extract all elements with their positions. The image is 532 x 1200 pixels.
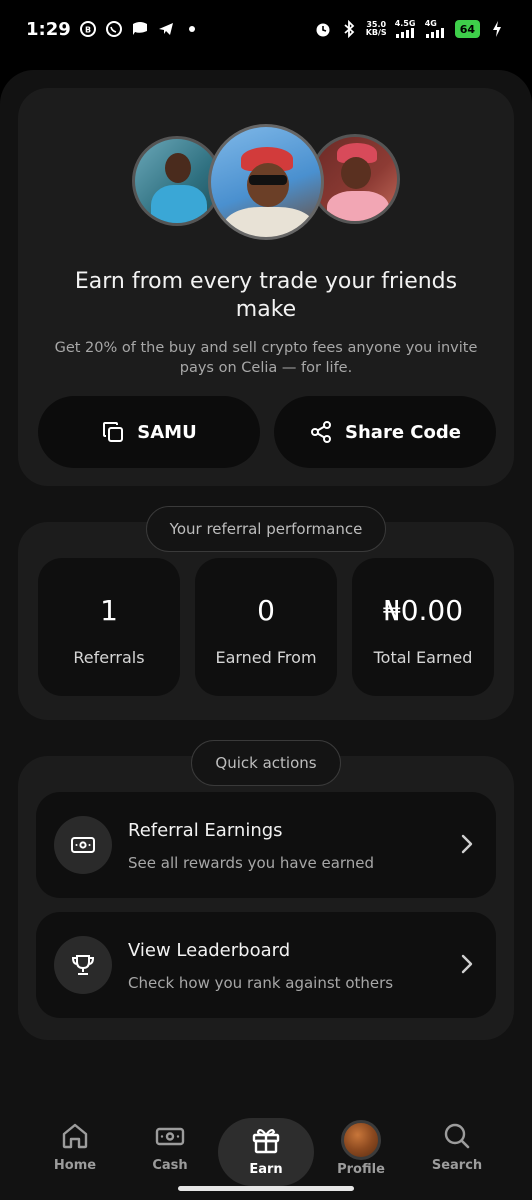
stat-value: 1	[100, 594, 118, 627]
nav-label: Search	[431, 1158, 483, 1173]
stat-value: ₦0.00	[382, 594, 464, 627]
action-title: View Leaderboard	[128, 940, 291, 961]
view-leaderboard-action[interactable]: View Leaderboard Check how you rank agai…	[36, 912, 496, 1018]
nav-home[interactable]: Home	[27, 1120, 123, 1190]
copy-code-button[interactable]: SAMU	[38, 396, 260, 468]
chevron-right-icon	[460, 833, 474, 859]
signal-2-label: 4G	[424, 19, 437, 28]
svg-text:B: B	[85, 26, 91, 35]
referral-earnings-action[interactable]: Referral Earnings See all rewards you ha…	[36, 792, 496, 898]
search-icon	[441, 1120, 473, 1152]
stat-value: 0	[257, 594, 275, 627]
stat-label: Total Earned	[373, 648, 473, 667]
friends-avatars	[18, 124, 514, 244]
nav-profile[interactable]: Profile	[313, 1120, 409, 1190]
stat-referrals: 1 Referrals	[38, 558, 180, 696]
hero-title: Earn from every trade your friends make	[74, 269, 458, 322]
cash-icon	[54, 816, 112, 874]
stat-label: Referrals	[73, 648, 145, 667]
gift-icon	[250, 1124, 282, 1156]
signal-bars-icon	[425, 28, 444, 38]
notification-dot-icon	[183, 20, 201, 38]
hero-card: Earn from every trade your friends make …	[18, 88, 514, 486]
signal-1: 4.5G	[395, 20, 417, 38]
whatsapp-icon	[105, 20, 123, 38]
action-subtitle: See all rewards you have earned	[128, 854, 375, 872]
home-icon	[59, 1120, 91, 1152]
whatsapp-business-icon: B	[79, 20, 97, 38]
share-code-button[interactable]: Share Code	[274, 396, 496, 468]
hero-subtitle: Get 20% of the buy and sell crypto fees …	[54, 340, 478, 376]
nav-search[interactable]: Search	[409, 1120, 505, 1190]
alarm-icon	[314, 20, 332, 38]
quick-actions-chip: Quick actions	[191, 740, 341, 786]
signal-2: 4G	[425, 20, 447, 38]
home-indicator[interactable]	[178, 1186, 354, 1191]
stat-earned-from: 0 Earned From	[195, 558, 337, 696]
telegram-icon	[157, 20, 175, 38]
status-bar: 1:29 B 35.0 KB/S 4.5G 4G 64	[0, 0, 532, 58]
nav-label: Profile	[337, 1162, 385, 1177]
nav-earn[interactable]: Earn	[218, 1118, 314, 1186]
share-icon	[309, 420, 333, 444]
nav-label: Home	[53, 1158, 97, 1173]
status-right: 35.0 KB/S 4.5G 4G 64	[314, 20, 506, 38]
status-left: 1:29 B	[26, 19, 201, 40]
cash-icon	[154, 1120, 186, 1152]
nav-label: Earn	[249, 1162, 283, 1177]
net-speed: 35.0 KB/S	[366, 21, 387, 37]
bluetooth-icon	[340, 20, 358, 38]
chat-icon	[131, 20, 149, 38]
battery-indicator: 64	[454, 20, 480, 38]
action-title: Referral Earnings	[128, 820, 283, 841]
avatar	[341, 1120, 381, 1160]
copy-icon	[101, 420, 125, 444]
share-code-label: Share Code	[345, 421, 461, 443]
net-speed-unit: KB/S	[365, 28, 387, 37]
charging-icon	[488, 20, 506, 38]
referral-performance-chip: Your referral performance	[146, 506, 386, 552]
referral-code-label: SAMU	[137, 421, 197, 443]
stat-label: Earned From	[215, 648, 317, 667]
signal-1-label: 4.5G	[394, 19, 416, 28]
signal-bars-icon	[395, 28, 414, 38]
friend-avatar-2	[208, 124, 324, 240]
action-subtitle: Check how you rank against others	[128, 974, 394, 992]
nav-cash[interactable]: Cash	[122, 1120, 218, 1190]
quick-actions-card: Referral Earnings See all rewards you ha…	[18, 756, 514, 1040]
chevron-right-icon	[460, 953, 474, 979]
status-time: 1:29	[26, 18, 71, 40]
stat-total-earned: ₦0.00 Total Earned	[352, 558, 494, 696]
nav-label: Cash	[152, 1158, 188, 1173]
trophy-icon	[54, 936, 112, 994]
